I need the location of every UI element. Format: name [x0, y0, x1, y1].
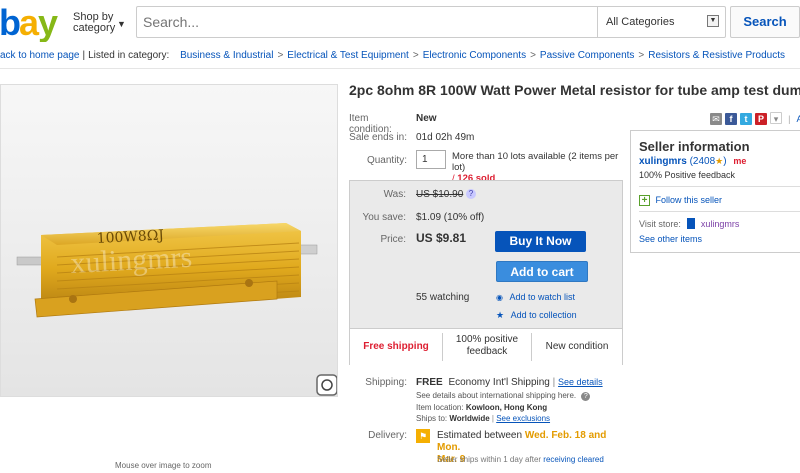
add-to-cart-button[interactable]: Add to cart — [496, 261, 588, 282]
collection-label[interactable]: Add to collection — [511, 310, 577, 320]
ebay-logo[interactable]: e b a y — [0, 4, 66, 42]
see-details-link[interactable]: See details — [558, 377, 603, 387]
see-other-items-link[interactable]: See other items — [639, 234, 702, 244]
quantity-label: Quantity: — [366, 155, 407, 166]
chevron-down-icon: ▼ — [117, 19, 126, 29]
shop-by-category[interactable]: Shop by category ▼ — [73, 12, 126, 34]
breadcrumb-item[interactable]: Passive Components — [540, 50, 635, 61]
ends-label: Sale ends in: — [349, 132, 407, 143]
feedback-score-close: ) — [723, 156, 727, 167]
price-badges: Free shipping 100% positive feedback New… — [350, 328, 622, 365]
breadcrumb-item[interactable]: Electrical & Test Equipment — [287, 50, 409, 61]
eye-icon: ◉ — [496, 293, 503, 302]
more-icon[interactable]: ▾ — [770, 112, 782, 124]
add-to-list-link[interactable]: Ad — [796, 113, 800, 125]
estimated-text: Estimated between — [437, 430, 523, 441]
quantity-input[interactable]: 1 — [416, 150, 446, 169]
price-label: Price: — [380, 234, 406, 245]
help-icon[interactable]: ? — [581, 392, 591, 401]
shipping-label: Shipping: — [365, 377, 407, 388]
positive-feedback-badge: 100% positive feedback — [455, 334, 519, 357]
buy-it-now-button[interactable]: Buy It Now — [495, 231, 586, 252]
header-divider — [0, 68, 800, 69]
product-image[interactable]: 100W8ΩJ xulingmrs — [0, 84, 338, 397]
expand-photo-icon[interactable] — [316, 374, 337, 396]
free-label: FREE — [416, 377, 443, 388]
lots-available-text: More than 10 lots available (2 items per… — [452, 151, 619, 173]
seller-name-row: xulingmrs (2408★) me — [639, 156, 746, 167]
header: e b a y Shop by category ▼ All Categorie… — [0, 0, 800, 45]
resistor-photo: 100W8ΩJ xulingmrs — [1, 85, 337, 396]
breadcrumb-item[interactable]: Electronic Components — [423, 50, 526, 61]
watching-count: 55 watching — [416, 292, 470, 303]
me-badge[interactable]: me — [733, 156, 746, 166]
intl-shipping-text: See details about international shipping… — [416, 391, 577, 400]
email-icon[interactable]: ✉ — [710, 113, 722, 125]
twitter-icon[interactable]: t — [740, 113, 752, 125]
search-bar: All Categories ▼ — [136, 6, 726, 38]
ships-to-value: Worldwide — [449, 414, 490, 423]
watermark-text: xulingmrs — [70, 241, 193, 280]
zoom-caption: Mouse over image to zoom — [115, 461, 212, 470]
delivery-label: Delivery: — [368, 430, 407, 441]
category-select-value: All Categories — [606, 16, 675, 28]
visit-store-row: Visit store: xulingmrs — [639, 218, 739, 229]
receiving-cleared-link[interactable]: receiving cleared — [543, 455, 603, 464]
separator: | — [552, 377, 556, 388]
store-icon — [687, 218, 696, 229]
follow-seller-link[interactable]: Follow this seller — [656, 195, 723, 205]
price-box: Was: US $10.90 ? You save: $1.09 (10% of… — [349, 180, 623, 365]
breadcrumb-separator: | — [82, 50, 86, 61]
seller-info-card: Seller information xulingmrs (2408★) me … — [630, 130, 800, 253]
facebook-icon[interactable]: f — [725, 113, 737, 125]
pinterest-icon[interactable]: P — [755, 113, 767, 125]
shipping-method: Economy Int'l Shipping — [448, 377, 550, 388]
condition-value: New — [416, 113, 437, 124]
listed-in-label: Listed in category: — [88, 50, 170, 61]
seller-heading: Seller information — [639, 139, 750, 154]
delivery-note: Seller ships within 1 day after receivin… — [437, 455, 604, 464]
intl-shipping-note: See details about international shipping… — [416, 391, 591, 401]
flag-icon: ⚑ — [416, 429, 430, 443]
new-condition-badge: New condition — [545, 341, 609, 352]
info-icon[interactable]: ? — [466, 189, 476, 199]
ships-to: Ships to: Worldwide | See exclusions — [416, 414, 551, 423]
see-exclusions-link[interactable]: See exclusions — [496, 414, 550, 423]
breadcrumb: ack to home page | Listed in category: Bus… — [0, 50, 785, 61]
breadcrumb-item[interactable]: Resistors & Resistive Products — [648, 50, 785, 61]
shop-by-line2: category — [73, 22, 116, 34]
location-label: Item location: — [416, 403, 464, 412]
watch-list-link[interactable]: ◉ Add to watch list — [496, 292, 575, 302]
breadcrumb-item[interactable]: Business & Industrial — [180, 50, 273, 61]
free-shipping-badge: Free shipping — [363, 341, 429, 352]
ends-value: 01d 02h 49m — [416, 132, 475, 143]
plus-icon: + — [639, 195, 650, 206]
item-location: Item location: Kowloon, Hong Kong — [416, 403, 547, 412]
store-link[interactable]: xulingmrs — [701, 219, 740, 229]
save-label: You save: — [362, 212, 406, 223]
seller-name-link[interactable]: xulingmrs — [639, 156, 687, 167]
back-to-home-link[interactable]: ack to home page — [0, 50, 80, 61]
collection-link[interactable]: ★ Add to collection — [496, 310, 577, 321]
dropdown-arrow-icon[interactable]: ▼ — [707, 15, 719, 27]
location-value: Kowloon, Hong Kong — [465, 403, 548, 412]
current-price: US $9.81 — [416, 231, 467, 245]
share-icons: ✉ftP▾ | Ad — [707, 112, 800, 125]
visit-store-label: Visit store: — [639, 219, 681, 229]
category-select[interactable]: All Categories ▼ — [597, 7, 727, 37]
search-button[interactable]: Search — [730, 6, 800, 38]
was-price: US $10.90 — [416, 189, 464, 200]
star-icon: ★ — [496, 310, 505, 320]
was-label: Was: — [383, 189, 406, 200]
listing-title: 2pc 8ohm 8R 100W Watt Power Metal resist… — [349, 82, 800, 98]
save-value: $1.09 (10% off) — [416, 212, 485, 223]
positive-feedback: 100% Positive feedback — [639, 170, 736, 180]
delivery-note-text: Seller ships within 1 day after — [437, 455, 542, 464]
ships-to-label: Ships to: — [416, 414, 448, 423]
watch-list-label[interactable]: Add to watch list — [510, 292, 576, 302]
search-input[interactable] — [137, 7, 597, 37]
shipping-value: FREE Economy Int'l Shipping | See detail… — [416, 377, 603, 388]
follow-seller[interactable]: + Follow this seller — [639, 195, 722, 206]
feedback-score[interactable]: (2408 — [690, 156, 716, 167]
